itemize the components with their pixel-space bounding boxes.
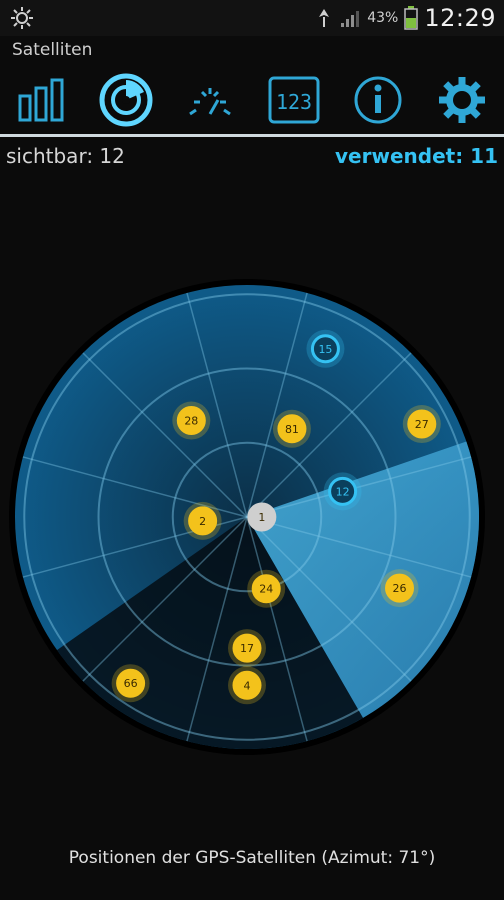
svg-text:123: 123 (276, 90, 312, 114)
status-bar: 43% 12:29 (0, 0, 504, 36)
info-button[interactable] (348, 70, 408, 130)
satellite-counts: sichtbar: 12 verwendet: 11 (0, 140, 504, 172)
satellite-27[interactable]: 27 (402, 405, 441, 444)
satellite-label: 66 (124, 677, 138, 690)
satellite-label: 81 (285, 423, 299, 436)
satellite-24[interactable]: 24 (247, 569, 286, 608)
satellite-label: 2 (199, 515, 206, 528)
gear-icon (439, 77, 485, 123)
satellite-label: 26 (393, 582, 407, 595)
info-icon (354, 76, 402, 124)
satellite-15[interactable]: 15 (306, 329, 345, 368)
satellite-12[interactable]: 12 (323, 472, 362, 511)
satellite-label: 12 (336, 485, 350, 498)
satellite-label: 1 (258, 511, 265, 524)
battery-icon (404, 6, 419, 30)
visible-count: sichtbar: 12 (6, 144, 125, 168)
toolbar-divider (0, 134, 504, 137)
satellite-81[interactable]: 81 (272, 409, 311, 448)
radar-caption: Positionen der GPS-Satelliten (Azimut: 7… (68, 848, 436, 868)
satellite-17[interactable]: 17 (228, 629, 266, 668)
satellite-1[interactable]: 1 (247, 502, 277, 532)
satellite-4[interactable]: 4 (228, 666, 266, 705)
settings-gear-icon (11, 7, 33, 29)
satellite-28[interactable]: 28 (172, 401, 211, 440)
satellite-label: 24 (259, 583, 273, 596)
clock: 12:29 (424, 4, 496, 32)
satellite-2[interactable]: 2 (183, 501, 222, 540)
radar-icon (99, 73, 153, 127)
numbers-button[interactable]: 123 (264, 70, 324, 130)
satellite-label: 28 (184, 415, 198, 428)
gps-fix-icon (319, 9, 330, 27)
used-count: verwendet: 11 (335, 144, 498, 168)
speedometer-icon (189, 88, 231, 116)
radar-button[interactable] (96, 70, 156, 130)
satellite-label: 15 (318, 343, 332, 356)
battery-percent: 43% (367, 10, 399, 26)
toolbar: 123 (0, 70, 504, 130)
speed-button[interactable] (180, 70, 240, 130)
digital-display-icon: 123 (268, 76, 320, 124)
satellite-label: 17 (240, 642, 254, 655)
signal-strength-button[interactable] (12, 70, 72, 130)
bars-icon (18, 78, 64, 122)
satellite-66[interactable]: 66 (111, 664, 150, 703)
satellite-radar[interactable]: 1528 2781121224 2617466 (0, 250, 504, 770)
signal-icon (341, 11, 360, 27)
app-title: Satelliten (12, 40, 93, 60)
settings-button[interactable] (432, 70, 492, 130)
satellite-label: 27 (415, 418, 429, 431)
satellite-label: 4 (244, 679, 251, 692)
satellite-26[interactable]: 26 (380, 569, 419, 608)
